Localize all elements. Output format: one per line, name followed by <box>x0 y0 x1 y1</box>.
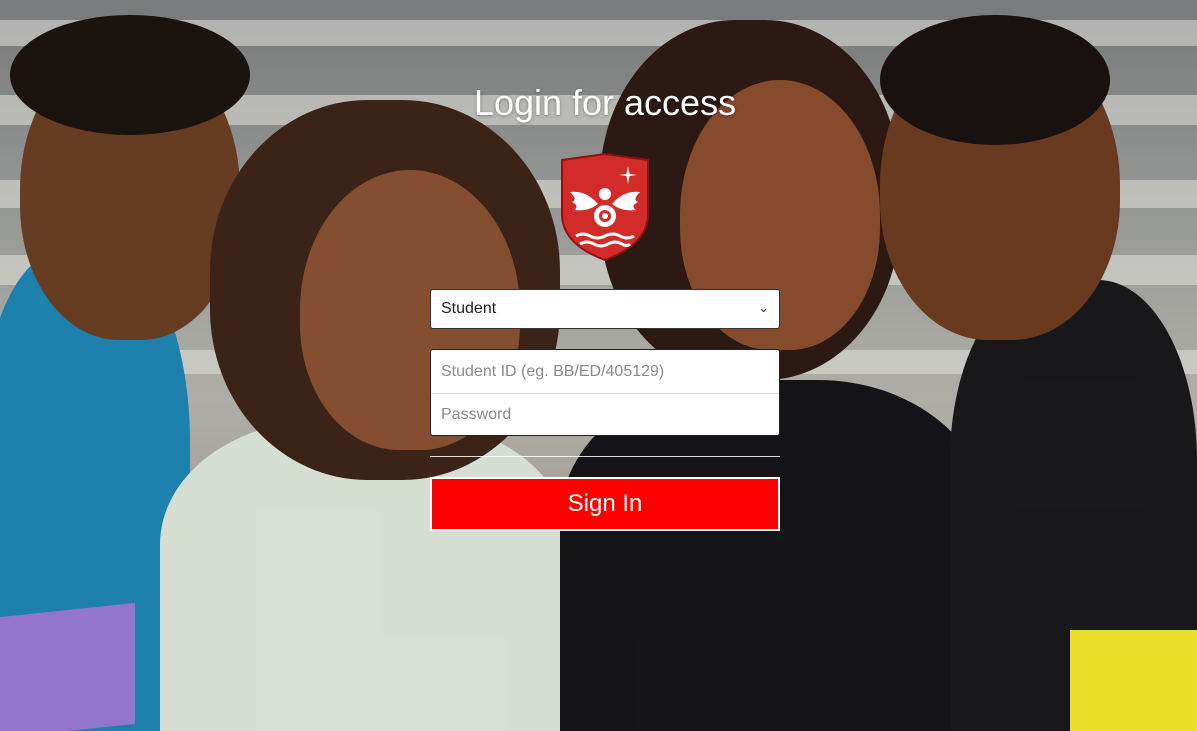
credentials-group: Student ID (eg. BB/ED/405129) Password <box>430 349 780 436</box>
role-select-value: Student <box>441 300 497 317</box>
divider <box>430 456 780 457</box>
student-id-field[interactable]: Student ID (eg. BB/ED/405129) <box>431 350 779 393</box>
student-id-placeholder: Student ID (eg. BB/ED/405129) <box>441 362 665 380</box>
page-title: Login for access <box>473 82 737 123</box>
login-page: Login for access Student ⌄ Student ID (e… <box>0 0 1197 731</box>
role-select[interactable]: Student ⌄ <box>430 289 780 329</box>
password-field[interactable]: Password <box>431 393 779 435</box>
sign-in-button[interactable]: Sign In <box>430 477 780 531</box>
eagle-crest-icon <box>558 152 652 262</box>
password-placeholder: Password <box>441 406 512 423</box>
chevron-down-icon: ⌄ <box>758 300 769 315</box>
